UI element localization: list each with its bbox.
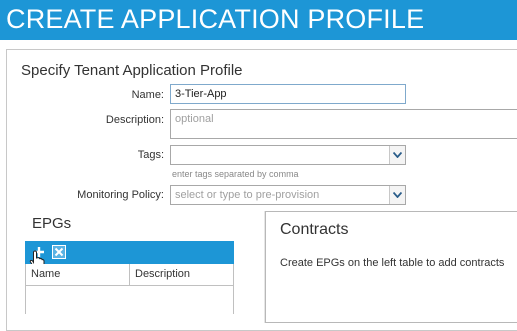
epgs-title: EPGs [32, 215, 72, 232]
delete-x-icon [54, 247, 64, 257]
section-title: Specify Tenant Application Profile [21, 62, 243, 79]
column-header-description[interactable]: Description [130, 264, 234, 285]
tags-input[interactable] [170, 145, 406, 165]
contracts-panel: Contracts Create EPGs on the left table … [265, 211, 517, 323]
name-input[interactable]: 3-Tier-App [170, 84, 406, 104]
tags-dropdown-button[interactable] [389, 146, 405, 164]
monitoring-policy-label: Monitoring Policy: [77, 189, 164, 201]
epgs-toolbar [25, 241, 234, 270]
dialog-title: CREATE APPLICATION PROFILE [6, 4, 425, 34]
contracts-title: Contracts [280, 221, 349, 238]
chevron-down-icon [393, 152, 402, 158]
epgs-table-body [25, 286, 234, 314]
name-label: Name: [131, 89, 164, 101]
chevron-down-icon [393, 192, 402, 198]
title-bar: CREATE APPLICATION PROFILE [0, 0, 517, 40]
monitoring-policy-select[interactable]: select or type to pre-provision [170, 185, 406, 205]
column-header-name[interactable]: Name [26, 264, 130, 285]
epgs-table-header: Name Description [25, 264, 234, 286]
description-input[interactable]: optional [170, 109, 517, 139]
tags-hint: enter tags separated by comma [172, 169, 299, 179]
delete-epg-button[interactable] [52, 245, 66, 259]
tags-label: Tags: [137, 149, 164, 161]
description-label: Description: [105, 114, 164, 126]
contracts-empty-message: Create EPGs on the left table to add con… [280, 257, 505, 269]
monitoring-policy-dropdown-button[interactable] [389, 186, 405, 204]
